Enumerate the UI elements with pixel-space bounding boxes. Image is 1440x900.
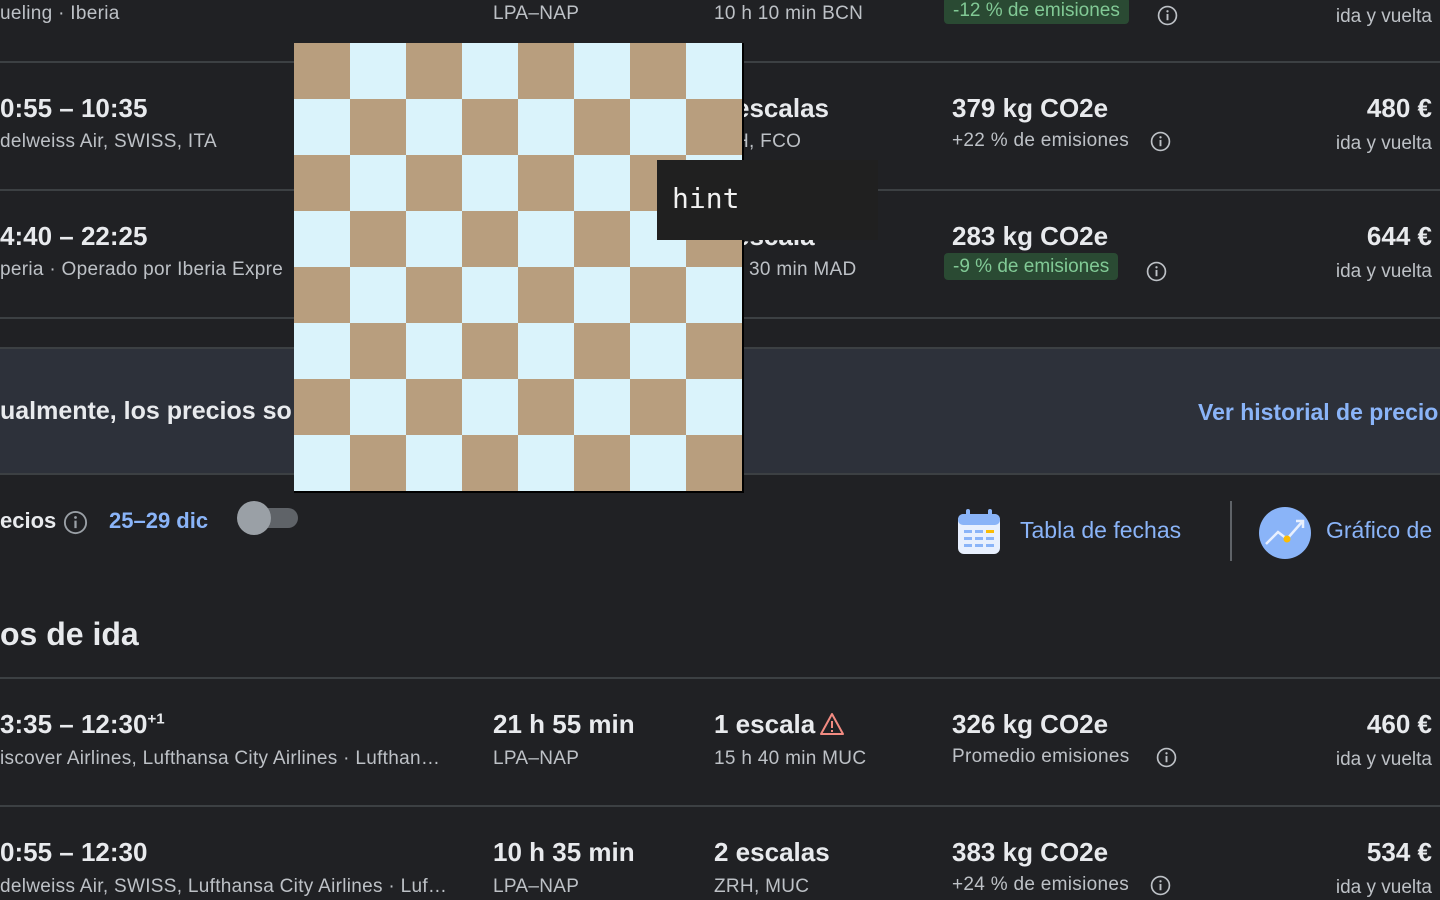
airlines-text: peria · Operado por Iberia Expre xyxy=(0,259,284,280)
layover-text: H, FCO xyxy=(735,131,802,152)
route-text: LPA–NAP xyxy=(493,748,580,769)
vertical-divider xyxy=(1230,501,1232,561)
emissions-badge: -9 % de emisiones xyxy=(944,253,1119,280)
emissions-text: Promedio emisiones xyxy=(952,746,1130,767)
co2-text: 326 kg CO2e xyxy=(952,709,1109,739)
warning-icon[interactable] xyxy=(819,712,845,736)
emissions-text: +24 % de emisiones xyxy=(952,874,1130,895)
price: 480 € xyxy=(1366,93,1432,123)
trip-type: ida y vuelta xyxy=(1335,133,1432,154)
emissions-badge: -12 % de emisiones xyxy=(944,0,1129,24)
co2-text: 379 kg CO2e xyxy=(952,93,1109,123)
price-graph-label: Gráfico de xyxy=(1326,517,1433,543)
price: 644 € xyxy=(1366,221,1432,251)
date-range[interactable]: 25–29 dic xyxy=(109,508,208,534)
duration-text: 10 h 35 min xyxy=(493,837,635,867)
price: 534 € xyxy=(1366,837,1432,867)
info-icon[interactable] xyxy=(1156,747,1177,768)
info-icon[interactable] xyxy=(1150,875,1171,896)
co2-text: 283 kg CO2e xyxy=(952,221,1109,251)
date-grid-label: Tabla de fechas xyxy=(1020,517,1182,543)
flight-times: 0:55 – 12:30 xyxy=(0,837,148,867)
info-icon[interactable] xyxy=(1150,131,1171,152)
track-prices-label: ecios xyxy=(0,508,57,533)
calendar-icon xyxy=(958,509,1000,554)
stops-text: escalas xyxy=(735,93,829,123)
flight-times: 3:35 – 12:30+1 xyxy=(0,709,165,740)
hint-tooltip: hint xyxy=(657,160,878,240)
price: 460 € xyxy=(1366,709,1432,739)
checkerboard-overlay xyxy=(294,43,744,493)
co2-text: 383 kg CO2e xyxy=(952,837,1109,867)
row-divider xyxy=(0,805,1440,807)
trip-type: ida y vuelta xyxy=(1335,261,1432,282)
airlines-text: delweiss Air, SWISS, Lufthansa City Airl… xyxy=(0,876,448,897)
route-text: LPA–NAP xyxy=(493,3,580,24)
duration-text: 21 h 55 min xyxy=(493,709,635,739)
airlines-text: delweiss Air, SWISS, ITA xyxy=(0,131,217,152)
toggle-knob[interactable] xyxy=(237,501,271,535)
stops-text: 1 escala xyxy=(714,709,816,739)
trip-type: ida y vuelta xyxy=(1335,6,1432,27)
layover-text: 15 h 40 min MUC xyxy=(714,748,867,769)
trip-type: ida y vuelta xyxy=(1335,877,1432,898)
chart-icon xyxy=(1259,507,1311,559)
info-icon[interactable] xyxy=(63,510,88,535)
price-history-link[interactable]: Ver historial de precio xyxy=(1198,399,1438,426)
row-divider xyxy=(0,677,1440,679)
section-title: os de ida xyxy=(0,616,139,652)
stops-text: 2 escalas xyxy=(714,837,830,867)
route-text: LPA–NAP xyxy=(493,876,580,897)
emissions-text: +22 % de emisiones xyxy=(952,130,1130,151)
layover-text: 10 h 10 min BCN xyxy=(714,3,864,24)
airlines-text: ueling · Iberia xyxy=(0,3,120,24)
flight-times: 4:40 – 22:25 xyxy=(0,221,148,251)
flight-times: 0:55 – 10:35 xyxy=(0,93,148,123)
next-day-marker: +1 xyxy=(147,710,165,728)
banner-text: ualmente, los precios so xyxy=(0,397,292,425)
layover-text: ZRH, MUC xyxy=(714,876,810,897)
info-icon[interactable] xyxy=(1146,261,1167,282)
airlines-text: iscover Airlines, Lufthansa City Airline… xyxy=(0,748,441,769)
info-icon[interactable] xyxy=(1157,5,1178,26)
times-text: 3:35 – 12:30 xyxy=(0,709,148,739)
layover-text: 30 min MAD xyxy=(749,259,857,280)
trip-type: ida y vuelta xyxy=(1335,749,1432,770)
